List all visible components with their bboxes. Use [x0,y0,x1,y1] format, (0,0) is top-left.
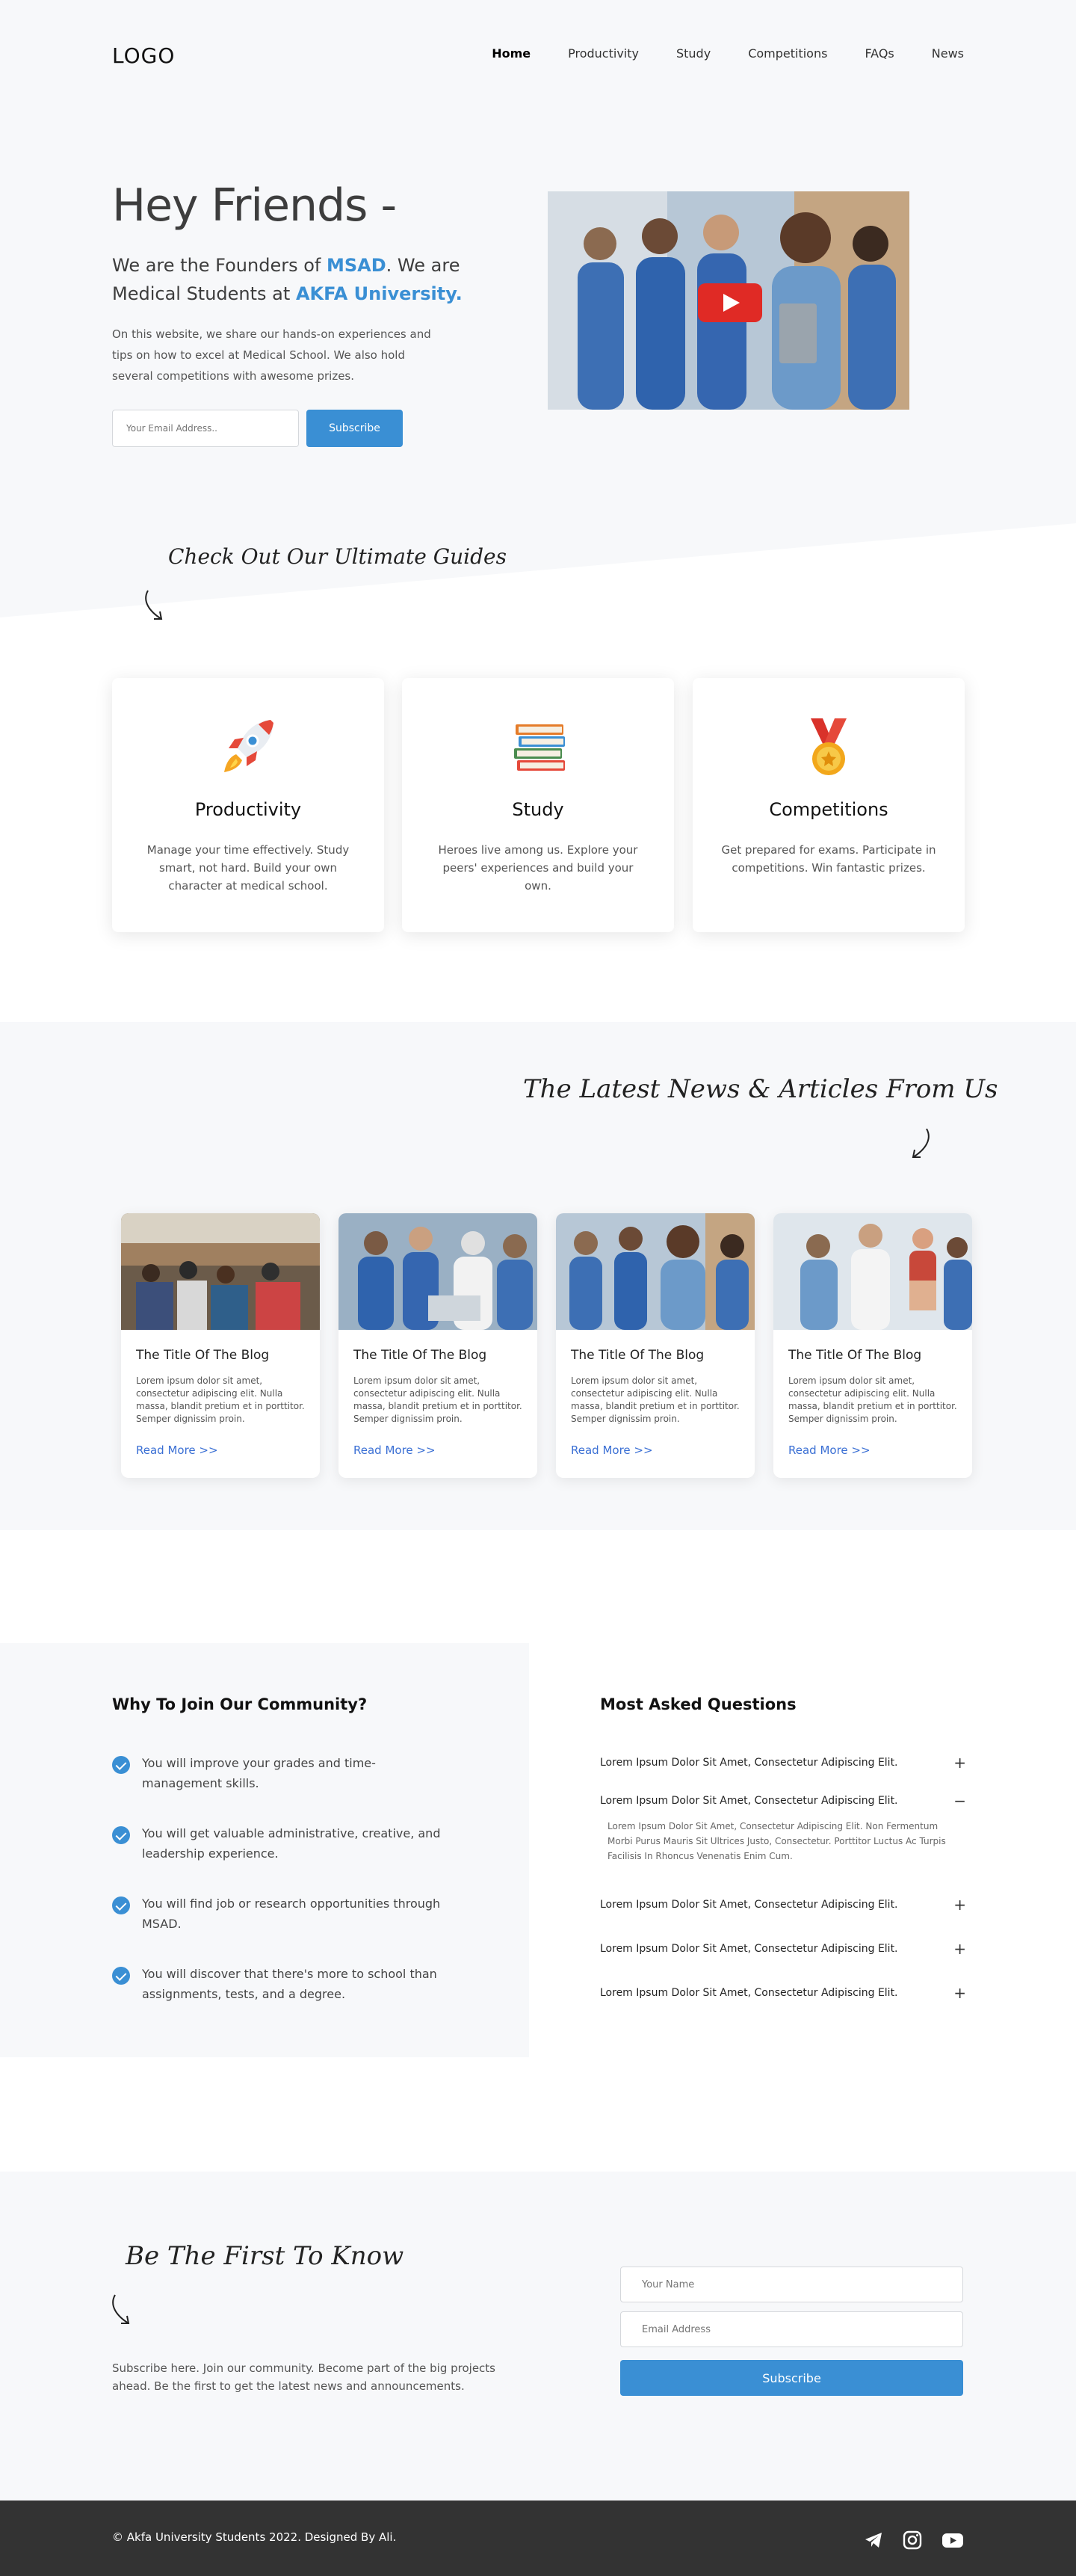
faq-question-text: Lorem Ipsum Dolor Sit Amet, Consectetur … [600,1943,898,1955]
reason-text: You will improve your grades and time-ma… [142,1756,376,1790]
blog-image [773,1213,972,1330]
blog-card[interactable]: The Title Of The Blog Lorem ipsum dolor … [556,1213,755,1478]
blog-image [556,1213,755,1330]
youtube-icon[interactable] [942,2530,964,2550]
reason-text: You will find job or research opportunit… [142,1896,441,1931]
email-field[interactable] [620,2311,963,2347]
medal-icon [811,718,847,775]
check-icon [112,1756,130,1774]
faq-question[interactable]: Lorem Ipsum Dolor Sit Amet, Consectetur … [600,1792,966,1810]
blog-card[interactable]: The Title Of The Blog Lorem ipsum dolor … [338,1213,537,1478]
hero-subscribe-button[interactable]: Subscribe [306,410,403,447]
community-title: Why To Join Our Community? [112,1695,368,1713]
blog-card[interactable]: The Title Of The Blog Lorem ipsum dolor … [773,1213,972,1478]
subscribe-button[interactable]: Subscribe [620,2360,963,2396]
nav-faqs[interactable]: FAQs [865,46,894,61]
faq-title: Most Asked Questions [600,1695,797,1713]
hero-subtitle: We are the Founders of MSAD. We are Medi… [112,251,501,308]
faq-question-text: Lorem Ipsum Dolor Sit Amet, Consectetur … [600,1757,898,1769]
plus-icon[interactable]: + [953,1754,966,1772]
rocket-icon [224,720,273,772]
name-field[interactable] [620,2267,963,2302]
blog-image [338,1213,537,1330]
guide-card-title: Competitions [769,799,888,820]
blog-excerpt: Lorem ipsum dolor sit amet, consectetur … [136,1375,305,1424]
blog-excerpt: Lorem ipsum dolor sit amet, consectetur … [788,1375,957,1424]
hero-video[interactable] [548,191,909,410]
guide-card-study[interactable]: Study Heroes live among us. Explore your… [402,678,674,932]
check-icon [112,1826,130,1844]
faq-question-text: Lorem Ipsum Dolor Sit Amet, Consectetur … [600,1899,898,1911]
nav-competitions[interactable]: Competitions [748,46,827,61]
blog-excerpt: Lorem ipsum dolor sit amet, consectetur … [353,1375,522,1424]
curved-arrow-icon [145,590,163,620]
check-icon [112,1896,130,1914]
blog-image [121,1213,320,1330]
hero-title: Hey Friends - [112,179,397,232]
hero-highlight-university: AKFA University. [295,283,463,304]
guides-title: Check Out Our Ultimate Guides [168,544,507,569]
guide-card-competitions[interactable]: Competitions Get prepared for exams. Par… [693,678,965,932]
read-more-link[interactable]: Read More >> [136,1443,218,1457]
blog-title: The Title Of The Blog [571,1348,705,1363]
play-icon[interactable] [698,283,762,322]
guide-card-text: Heroes live among us. Explore your peers… [438,843,638,893]
faq-question[interactable]: Lorem Ipsum Dolor Sit Amet, Consectetur … [600,1896,966,1914]
nav-home[interactable]: Home [492,46,531,61]
guide-card-text: Manage your time effectively. Study smar… [146,843,350,893]
hero-description: On this website, we share our hands-on e… [112,327,431,383]
plus-icon[interactable]: + [953,1896,966,1914]
faq-question-text: Lorem Ipsum Dolor Sit Amet, Consectetur … [600,1987,898,1999]
reason-text: You will discover that there's more to s… [142,1967,437,2001]
plus-icon[interactable]: + [953,1984,966,2002]
check-icon [112,1967,130,1985]
plus-icon[interactable]: + [953,1940,966,1958]
subscribe-text: Subscribe here. Join our community. Beco… [112,2361,495,2393]
guide-card-title: Study [512,799,564,820]
nav-study[interactable]: Study [676,46,711,61]
main-nav: Home Productivity Study Competitions FAQ… [492,46,964,61]
nav-news[interactable]: News [932,46,964,61]
guide-card-text: Get prepared for exams. Participate in c… [721,843,936,875]
copyright-text: © Akfa University Students 2022. Designe… [112,2530,397,2544]
news-title: The Latest News & Articles From Us [523,1074,998,1104]
site-logo[interactable]: LOGO [112,43,175,68]
blog-title: The Title Of The Blog [353,1348,487,1363]
nav-productivity[interactable]: Productivity [568,46,639,61]
instagram-icon[interactable] [903,2530,922,2550]
blog-title: The Title Of The Blog [136,1348,270,1363]
curved-arrow-icon [112,2294,130,2324]
faq-question-text: Lorem Ipsum Dolor Sit Amet, Consectetur … [600,1795,898,1807]
read-more-link[interactable]: Read More >> [353,1443,436,1457]
telegram-icon[interactable] [864,2530,883,2550]
faq-question[interactable]: Lorem Ipsum Dolor Sit Amet, Consectetur … [600,1984,966,2002]
minus-icon[interactable]: − [953,1792,966,1810]
faq-answer: Lorem Ipsum Dolor Sit Amet, Consectetur … [607,1821,946,1861]
faq-question[interactable]: Lorem Ipsum Dolor Sit Amet, Consectetur … [600,1940,966,1958]
read-more-link[interactable]: Read More >> [571,1443,653,1457]
curved-arrow-icon [912,1128,930,1158]
reason-text: You will get valuable administrative, cr… [142,1826,441,1861]
guide-card-title: Productivity [194,799,302,820]
footer: © Akfa University Students 2022. Designe… [0,2500,1076,2576]
hero-subtitle-part: We are the Founders of [112,255,327,276]
hero-email-input[interactable] [112,410,299,447]
blog-title: The Title Of The Blog [788,1348,922,1363]
books-icon [514,724,565,771]
guide-card-productivity[interactable]: Productivity Manage your time effectivel… [112,678,384,932]
subscribe-title: Be The First To Know [126,2241,404,2271]
blog-excerpt: Lorem ipsum dolor sit amet, consectetur … [571,1375,740,1424]
hero-highlight-msad: MSAD [327,255,386,276]
faq-question[interactable]: Lorem Ipsum Dolor Sit Amet, Consectetur … [600,1754,966,1772]
read-more-link[interactable]: Read More >> [788,1443,871,1457]
blog-card[interactable]: The Title Of The Blog Lorem ipsum dolor … [121,1213,320,1478]
